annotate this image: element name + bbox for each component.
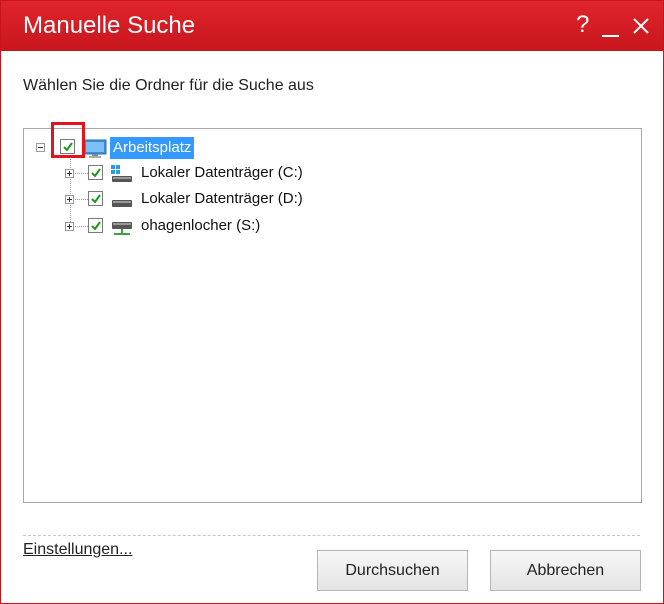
tree-node-label[interactable]: Arbeitsplatz	[110, 137, 195, 159]
window-title: Manuelle Suche	[23, 12, 196, 39]
collapse-icon[interactable]	[36, 143, 45, 152]
tree-node-label[interactable]: Lokaler Datenträger (C:)	[141, 162, 303, 184]
tree-node-drive-s: ohagenlocher (S:)	[24, 215, 424, 237]
search-button[interactable]: Durchsuchen	[317, 550, 468, 591]
checkmark-icon	[91, 221, 101, 231]
help-button[interactable]: ?	[576, 11, 589, 39]
tree-node-label[interactable]: ohagenlocher (S:)	[141, 215, 260, 237]
system-drive-icon	[111, 165, 132, 182]
expand-icon[interactable]	[65, 195, 74, 204]
drive-d-checkbox[interactable]	[88, 191, 103, 206]
expand-icon[interactable]	[65, 222, 74, 231]
highlight-box	[51, 122, 85, 158]
tree-node-drive-d: Lokaler Datenträger (D:)	[24, 188, 424, 210]
tree-node-drive-c: Lokaler Datenträger (C:)	[24, 162, 424, 184]
dialog-window: Manuelle Suche ? Wählen Sie die Ordner f…	[0, 0, 664, 604]
folder-tree[interactable]: Arbeitsplatz Lokaler Datenträger (C:) Lo…	[23, 128, 642, 503]
settings-link[interactable]: Einstellungen...	[23, 541, 132, 559]
close-icon	[633, 18, 649, 34]
footer-separator	[23, 535, 640, 536]
cancel-button[interactable]: Abbrechen	[490, 550, 641, 591]
drive-s-checkbox[interactable]	[88, 218, 103, 233]
network-drive-icon	[112, 222, 132, 235]
drive-icon	[112, 200, 132, 207]
expand-icon[interactable]	[65, 169, 74, 178]
checkmark-icon	[91, 168, 101, 178]
drive-c-checkbox[interactable]	[88, 165, 103, 180]
instruction-text: Wählen Sie die Ordner für die Suche aus	[23, 77, 314, 94]
checkmark-icon	[91, 194, 101, 204]
title-bar[interactable]: Manuelle Suche ?	[1, 1, 663, 51]
tree-node-label[interactable]: Lokaler Datenträger (D:)	[141, 188, 303, 210]
computer-icon	[83, 139, 107, 158]
